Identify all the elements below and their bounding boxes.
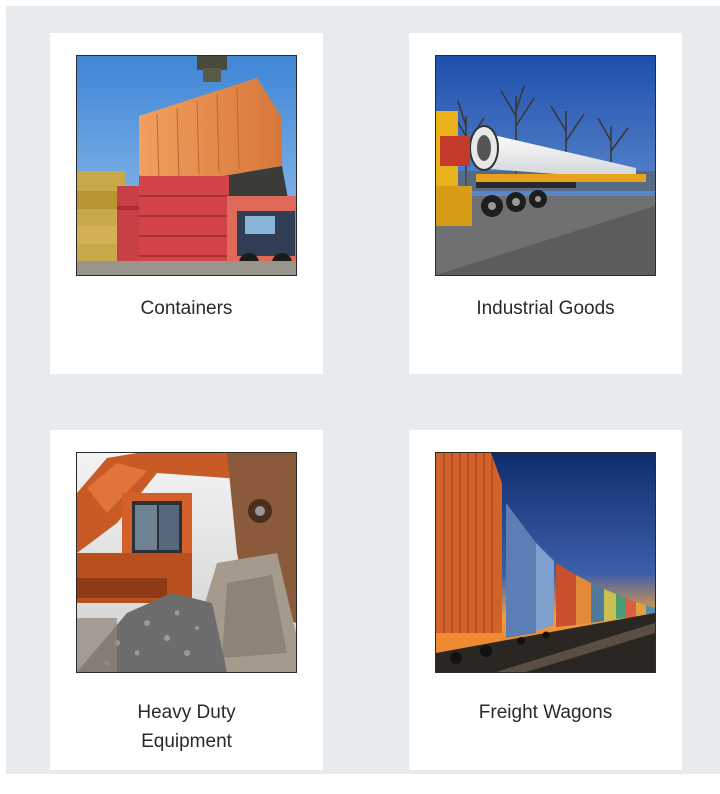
card-industrial-goods[interactable]: Industrial Goods [409,33,682,374]
card-containers[interactable]: Containers [50,33,323,374]
containers-photo [76,55,297,276]
industrial-goods-photo [435,55,656,276]
card-freight-wagons[interactable]: Freight Wagons [409,430,682,770]
card-heavy-duty-equipment[interactable]: Heavy Duty Equipment [50,430,323,770]
category-panel: Containers Industrial Goods Heavy Duty E… [6,6,720,774]
card-label-freight-wagons: Freight Wagons [478,702,613,723]
card-label-heavy-duty-equipment: Heavy Duty Equipment [137,702,236,752]
freight-wagons-photo [435,452,656,673]
card-label-industrial-goods: Industrial Goods [476,298,615,319]
heavy-duty-equipment-photo [76,452,297,673]
card-label-containers: Containers [140,298,233,319]
